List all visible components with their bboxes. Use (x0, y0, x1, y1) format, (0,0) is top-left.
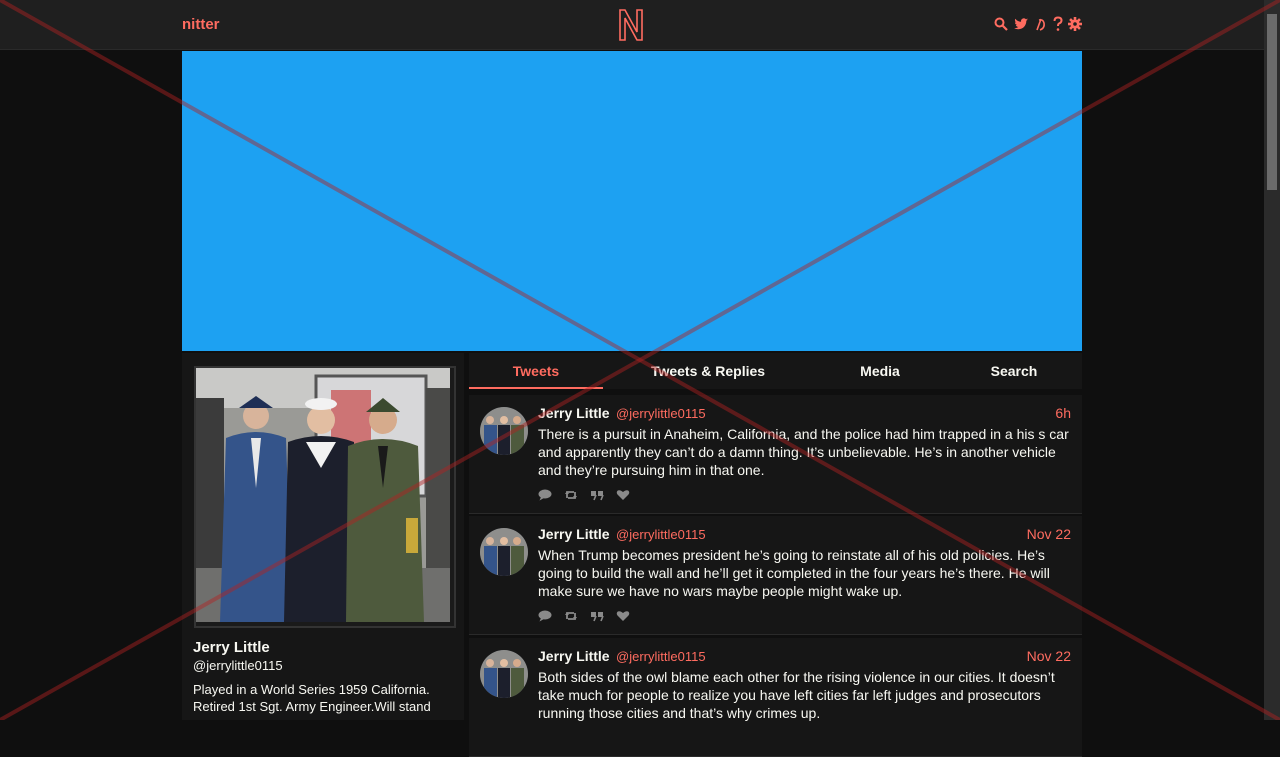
timeline: Tweets Tweets & Replies Media Search Jer… (469, 353, 1082, 757)
rss-icon[interactable] (1034, 16, 1048, 32)
nav-icon-group (994, 16, 1082, 32)
tweet-item[interactable]: Jerry Little @jerrylittle0115 Nov 22 Bot… (469, 638, 1082, 757)
profile-avatar[interactable] (194, 366, 456, 628)
timeline-tab-bar: Tweets Tweets & Replies Media Search (469, 353, 1082, 389)
heart-icon[interactable] (616, 609, 630, 621)
tweet-author-name[interactable]: Jerry Little (538, 526, 610, 542)
comment-icon[interactable] (538, 488, 552, 501)
help-icon[interactable] (1053, 16, 1063, 32)
heart-icon[interactable] (616, 488, 630, 500)
retweet-icon[interactable] (564, 609, 578, 621)
profile-handle[interactable]: @jerrylittle0115 (193, 658, 283, 673)
tweet-avatar[interactable] (480, 650, 528, 698)
tweet-author-handle[interactable]: @jerrylittle0115 (616, 649, 706, 664)
tweet-text: When Trump becomes president he’s going … (538, 547, 1050, 599)
profile-name[interactable]: Jerry Little (193, 639, 270, 656)
profile-banner[interactable] (182, 51, 1082, 351)
quote-icon[interactable] (590, 488, 604, 501)
tweet-stats (538, 609, 630, 622)
tweet-avatar[interactable] (480, 407, 528, 455)
tweet-date[interactable]: Nov 22 (1027, 648, 1071, 664)
tweet-author-handle[interactable]: @jerrylittle0115 (616, 527, 706, 542)
tweet-text: Both sides of the owl blame each other f… (538, 669, 1055, 721)
tab-media[interactable]: Media (841, 353, 919, 389)
retweet-icon[interactable] (564, 488, 578, 500)
tweet-avatar[interactable] (480, 528, 528, 576)
navbar: nitter (0, 0, 1264, 50)
tab-search[interactable]: Search (977, 353, 1051, 389)
tweet-author-handle[interactable]: @jerrylittle0115 (616, 406, 706, 421)
tweet-text: There is a pursuit in Anaheim, Californi… (538, 426, 1069, 478)
tweet-author-name[interactable]: Jerry Little (538, 648, 610, 664)
twitter-bird-icon[interactable] (1013, 16, 1029, 32)
scrollbar-thumb[interactable] (1267, 14, 1277, 190)
tab-tweets[interactable]: Tweets (469, 353, 603, 389)
tweet-stats (538, 488, 630, 501)
tab-tweets-and-replies[interactable]: Tweets & Replies (638, 353, 778, 389)
gear-icon[interactable] (1068, 16, 1082, 32)
tweet-author-name[interactable]: Jerry Little (538, 405, 610, 421)
tweet-date[interactable]: Nov 22 (1027, 526, 1071, 542)
tweet-item[interactable]: Jerry Little @jerrylittle0115 Nov 22 Whe… (469, 516, 1082, 635)
comment-icon[interactable] (538, 609, 552, 622)
nitter-emblem-icon[interactable] (617, 8, 645, 42)
quote-icon[interactable] (590, 609, 604, 622)
profile-photo-image (196, 368, 450, 622)
profile-bio: Played in a World Series 1959 California… (193, 682, 431, 714)
nitter-logo-link[interactable]: nitter (182, 16, 220, 33)
search-icon[interactable] (994, 16, 1008, 32)
tweet-item[interactable]: Jerry Little @jerrylittle0115 6h There i… (469, 395, 1082, 514)
tweet-date[interactable]: 6h (1055, 405, 1071, 421)
profile-card: Jerry Little @jerrylittle0115 Played in … (182, 353, 464, 720)
page-scrollbar[interactable] (1264, 0, 1280, 720)
